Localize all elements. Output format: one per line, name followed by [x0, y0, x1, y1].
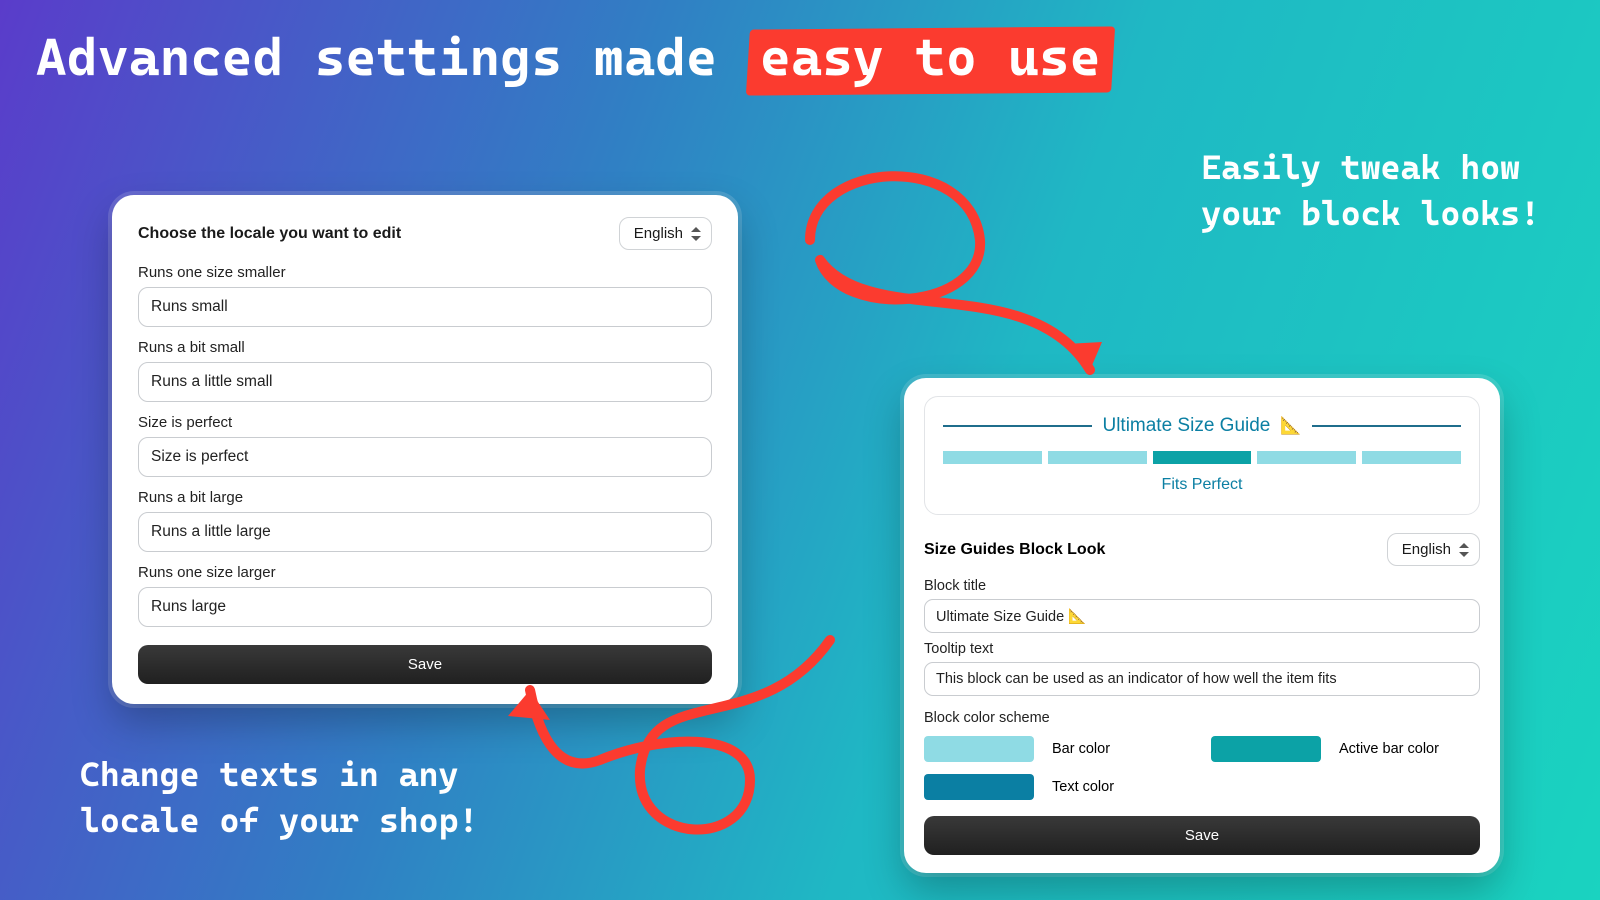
field-label: Size is perfect	[138, 414, 712, 431]
tooltip-input[interactable]	[924, 662, 1480, 696]
active-bar-color-swatch[interactable]	[1211, 736, 1321, 762]
text-color-label: Text color	[1052, 779, 1193, 795]
block-title-label: Block title	[924, 578, 1480, 594]
hero-highlight: easy to use	[748, 28, 1113, 94]
field-label: Runs one size larger	[138, 564, 712, 581]
divider-line	[1312, 425, 1461, 427]
field-runs-bit-large-input[interactable]	[138, 512, 712, 552]
locale-editor-card: Choose the locale you want to edit Engli…	[112, 195, 738, 704]
ruler-icon: 📐	[1280, 416, 1301, 436]
field-label: Runs a bit small	[138, 339, 712, 356]
text-color-swatch[interactable]	[924, 774, 1034, 800]
locale-select-value: English	[634, 225, 683, 242]
fit-bars	[943, 451, 1461, 464]
field-runs-larger-input[interactable]	[138, 587, 712, 627]
block-look-card: Ultimate Size Guide 📐 Fits Perfect Size …	[904, 378, 1500, 873]
fit-bar	[1048, 451, 1147, 464]
look-locale-select[interactable]: English	[1387, 533, 1480, 566]
scheme-label: Block color scheme	[924, 710, 1480, 726]
hero-prefix: Advanced settings made	[36, 28, 748, 88]
fit-bar	[1257, 451, 1356, 464]
block-title-input[interactable]	[924, 599, 1480, 633]
fit-bar	[1362, 451, 1461, 464]
callout-tweak-look: Easily tweak how your block looks!	[1201, 145, 1540, 237]
locale-select[interactable]: English	[619, 217, 712, 250]
size-guide-preview: Ultimate Size Guide 📐 Fits Perfect	[924, 396, 1480, 515]
field-label: Runs a bit large	[138, 489, 712, 506]
arrow-top-icon	[750, 120, 1170, 420]
callout-change-texts: Change texts in any locale of your shop!	[80, 752, 478, 844]
divider-line	[943, 425, 1092, 427]
save-button[interactable]: Save	[924, 816, 1480, 855]
bar-color-swatch[interactable]	[924, 736, 1034, 762]
hero-headline: Advanced settings made easy to use	[36, 28, 1113, 94]
fit-bar	[943, 451, 1042, 464]
chevron-updown-icon	[691, 227, 701, 241]
active-bar-color-label: Active bar color	[1339, 741, 1480, 757]
bar-color-label: Bar color	[1052, 741, 1193, 757]
fit-bar-active	[1153, 451, 1252, 464]
save-button[interactable]: Save	[138, 645, 712, 684]
field-runs-bit-small-input[interactable]	[138, 362, 712, 402]
field-size-perfect-input[interactable]	[138, 437, 712, 477]
block-look-title: Size Guides Block Look	[924, 541, 1105, 559]
locale-editor-title: Choose the locale you want to edit	[138, 225, 401, 243]
chevron-updown-icon	[1459, 543, 1469, 557]
locale-select-value: English	[1402, 541, 1451, 558]
tooltip-label: Tooltip text	[924, 641, 1480, 657]
preview-title: Ultimate Size Guide	[1102, 415, 1270, 437]
fit-caption: Fits Perfect	[943, 476, 1461, 494]
field-runs-smaller-input[interactable]	[138, 287, 712, 327]
field-label: Runs one size smaller	[138, 264, 712, 281]
